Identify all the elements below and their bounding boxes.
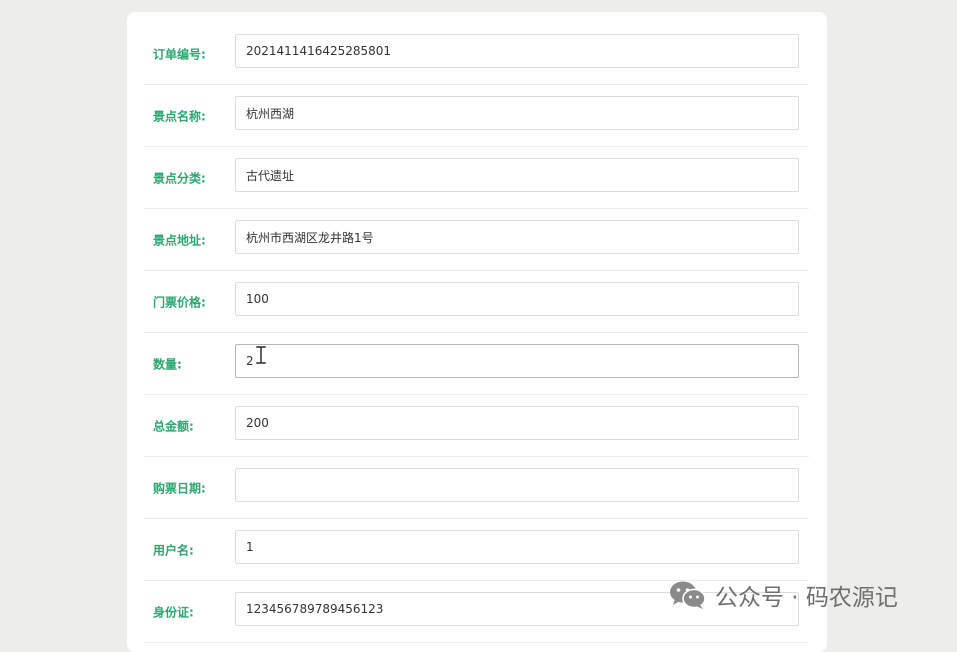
scenic-address-label: 景点地址:	[153, 233, 206, 247]
form-row-total-amount: 总金额:	[144, 395, 809, 457]
text-cursor-icon	[256, 346, 266, 364]
id-card-label: 身份证:	[153, 605, 194, 619]
form-row-quantity: 数量:	[144, 333, 809, 395]
wechat-icon	[670, 581, 706, 609]
form-row-username: 用户名:	[144, 519, 809, 581]
order-form-panel: 订单编号: 景点名称: 景点分类: 景点地址: 门票价格: 数量: 总金额: 购…	[127, 12, 827, 652]
username-input[interactable]	[235, 530, 799, 564]
total-amount-input[interactable]	[235, 406, 799, 440]
quantity-input[interactable]	[235, 344, 799, 378]
order-number-input[interactable]	[235, 34, 799, 68]
scenic-category-input[interactable]	[235, 158, 799, 192]
watermark: 公众号 · 码农源记	[669, 578, 898, 612]
scenic-category-label: 景点分类:	[153, 171, 206, 185]
form-row-ticket-price: 门票价格:	[144, 271, 809, 333]
quantity-label: 数量:	[153, 357, 182, 371]
order-number-label: 订单编号:	[153, 47, 206, 61]
form-row-order-number: 订单编号:	[144, 23, 809, 85]
scenic-name-label: 景点名称:	[153, 109, 206, 123]
ticket-price-input[interactable]	[235, 282, 799, 316]
scenic-name-input[interactable]	[235, 96, 799, 130]
ticket-price-label: 门票价格:	[153, 295, 206, 309]
username-label: 用户名:	[153, 543, 194, 557]
form-row-scenic-address: 景点地址:	[144, 209, 809, 271]
scenic-address-input[interactable]	[235, 220, 799, 254]
watermark-text: 公众号 · 码农源记	[715, 585, 898, 611]
form-row-purchase-date: 购票日期:	[144, 457, 809, 519]
purchase-date-input[interactable]	[235, 468, 799, 502]
total-amount-label: 总金额:	[153, 419, 194, 433]
form-row-scenic-category: 景点分类:	[144, 147, 809, 209]
purchase-date-label: 购票日期:	[153, 481, 206, 495]
form-row-scenic-name: 景点名称:	[144, 85, 809, 147]
